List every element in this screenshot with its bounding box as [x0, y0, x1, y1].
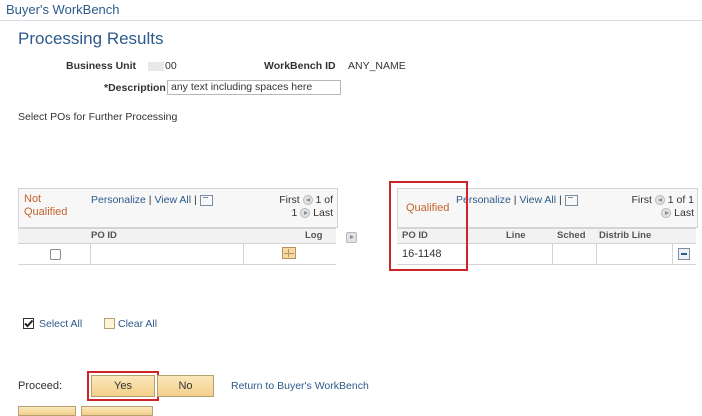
bottom-button-partial[interactable]: [81, 406, 153, 416]
next-icon[interactable]: [661, 208, 672, 219]
download-icon[interactable]: [199, 194, 213, 206]
row-select-checkbox[interactable]: [50, 249, 61, 260]
previous-icon[interactable]: [302, 195, 313, 206]
first-link[interactable]: First: [279, 194, 299, 206]
column-distrib-line: Distrib Line: [599, 230, 652, 241]
not-qualified-toolbar: Personalize | View All |: [91, 194, 213, 206]
delete-row-icon[interactable]: [678, 248, 690, 260]
download-icon[interactable]: [564, 194, 578, 206]
nav-count-b: 1: [291, 207, 298, 219]
select-all-link[interactable]: Select All: [39, 318, 82, 330]
view-all-link[interactable]: View All: [154, 194, 191, 206]
not-qualified-title-line1: Not: [24, 193, 42, 205]
move-right-icon[interactable]: [346, 231, 357, 243]
bottom-button-partial[interactable]: [18, 406, 76, 416]
not-qualified-column-header-row: [18, 228, 336, 244]
select-all-checkbox[interactable]: [23, 318, 34, 329]
page-title: Processing Results: [18, 29, 164, 48]
row-divider: [90, 243, 91, 265]
instruction-text: Select POs for Further Processing: [18, 111, 178, 123]
clear-all-checkbox[interactable]: [104, 318, 115, 329]
previous-icon[interactable]: [654, 195, 665, 206]
column-sched: Sched: [557, 230, 586, 241]
column-line: Line: [506, 230, 526, 241]
column-po-id: PO ID: [91, 230, 117, 241]
business-unit-label: Business Unit: [66, 60, 137, 72]
separator: |: [558, 194, 562, 206]
app-title: Buyer's WorkBench: [6, 2, 120, 17]
return-to-workbench-link[interactable]: Return to Buyer's WorkBench: [231, 380, 369, 392]
separator: |: [513, 194, 517, 206]
log-icon[interactable]: [282, 247, 296, 259]
row-divider: [243, 243, 244, 265]
not-qualified-title: Not Qualified: [24, 193, 67, 219]
separator: |: [193, 194, 197, 206]
masked-region: [148, 61, 164, 71]
not-qualified-title-line2: Qualified: [24, 206, 68, 218]
row-divider: [596, 243, 597, 265]
next-icon[interactable]: [300, 208, 311, 219]
first-link[interactable]: First: [631, 194, 651, 206]
highlight-box-yes: [87, 371, 159, 401]
clear-all-link[interactable]: Clear All: [118, 318, 157, 330]
highlight-box: [389, 181, 468, 271]
proceed-label: Proceed:: [18, 380, 63, 392]
last-link[interactable]: Last: [674, 207, 694, 219]
nav-count: 1 of: [315, 194, 333, 206]
qualified-nav: First 1 of 1 Last: [616, 194, 694, 220]
row-divider: [672, 243, 673, 265]
no-button[interactable]: No: [157, 375, 214, 397]
column-log: Log: [305, 230, 323, 241]
workbench-id-value: ANY_NAME: [348, 60, 406, 72]
separator: |: [148, 194, 152, 206]
business-unit-text: 00: [165, 60, 177, 72]
row-divider: [552, 243, 553, 265]
nav-count: 1 of 1: [667, 194, 694, 206]
workbench-id-label: WorkBench ID: [264, 60, 336, 72]
not-qualified-nav: First 1 of 1 Last: [269, 194, 333, 220]
personalize-link[interactable]: Personalize: [91, 194, 146, 206]
last-link[interactable]: Last: [313, 207, 333, 219]
business-unit-value: 00: [148, 60, 177, 72]
qualified-toolbar: Personalize | View All |: [456, 194, 578, 206]
description-input[interactable]: any text including spaces here: [167, 80, 341, 95]
checkmark-icon: [24, 319, 34, 328]
view-all-link[interactable]: View All: [519, 194, 556, 206]
description-label: *Description: [104, 82, 166, 94]
